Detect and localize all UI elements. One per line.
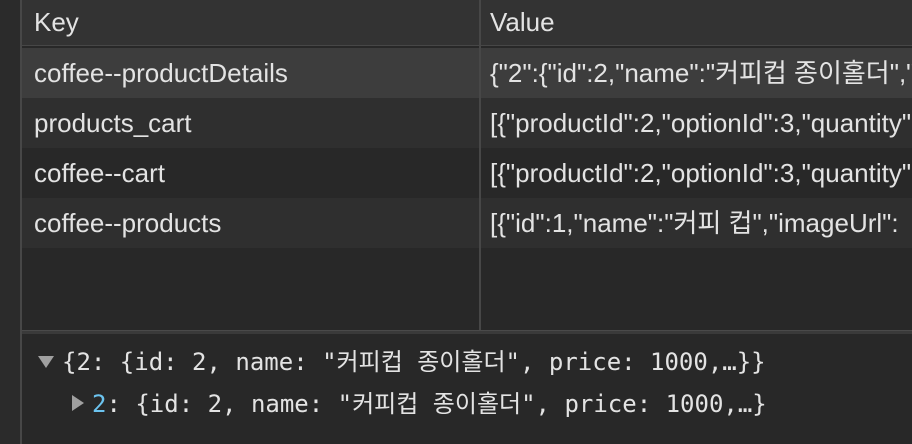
table-row[interactable]: coffee--cart [{"productId":2,"optionId":… bbox=[22, 148, 912, 198]
devtools-storage-panel: Key Value coffee--productDetails {"2":{"… bbox=[0, 0, 912, 444]
row-key: products_cart bbox=[34, 108, 192, 138]
table-row[interactable]: coffee--products [{"id":1,"name":"커피 컵",… bbox=[22, 198, 912, 248]
row-key: coffee--cart bbox=[34, 158, 166, 188]
row-value: {"2":{"id":2,"name":"커피컵 종이홀더","price":1… bbox=[490, 58, 912, 88]
tree-root-text: {2: {id: 2, name: "커피컵 종이홀더", price: 100… bbox=[62, 348, 766, 376]
table-row[interactable]: coffee--productDetails {"2":{"id":2,"nam… bbox=[22, 48, 912, 98]
row-key: coffee--products bbox=[34, 208, 222, 238]
row-value: [{"id":1,"name":"커피 컵","imageUrl": bbox=[490, 208, 899, 238]
tree-child-text: : {id: 2, name: "커피컵 종이홀더", price: 1000,… bbox=[106, 390, 767, 418]
storage-table: Key Value coffee--productDetails {"2":{"… bbox=[22, 0, 912, 330]
tree-child[interactable]: 2: {id: 2, name: "커피컵 종이홀더", price: 1000… bbox=[72, 384, 767, 424]
tree-child-key: 2 bbox=[92, 390, 107, 418]
column-resize-handle[interactable] bbox=[479, 0, 481, 330]
triangle-down-icon[interactable] bbox=[38, 356, 54, 368]
table-header: Key Value bbox=[22, 0, 912, 46]
triangle-right-icon[interactable] bbox=[72, 395, 84, 411]
sidebar-edge[interactable] bbox=[0, 0, 22, 444]
column-header-key[interactable]: Key bbox=[34, 0, 79, 46]
row-key: coffee--productDetails bbox=[34, 58, 288, 88]
row-value: [{"productId":2,"optionId":3,"quantity":… bbox=[490, 158, 912, 188]
row-value: [{"productId":2,"optionId":3,"quantity":… bbox=[490, 108, 912, 138]
table-row[interactable]: products_cart [{"productId":2,"optionId"… bbox=[22, 98, 912, 148]
column-header-value[interactable]: Value bbox=[490, 0, 555, 46]
tree-root[interactable]: {2: {id: 2, name: "커피컵 종이홀더", price: 100… bbox=[38, 342, 766, 382]
value-preview: {2: {id: 2, name: "커피컵 종이홀더", price: 100… bbox=[22, 334, 912, 444]
